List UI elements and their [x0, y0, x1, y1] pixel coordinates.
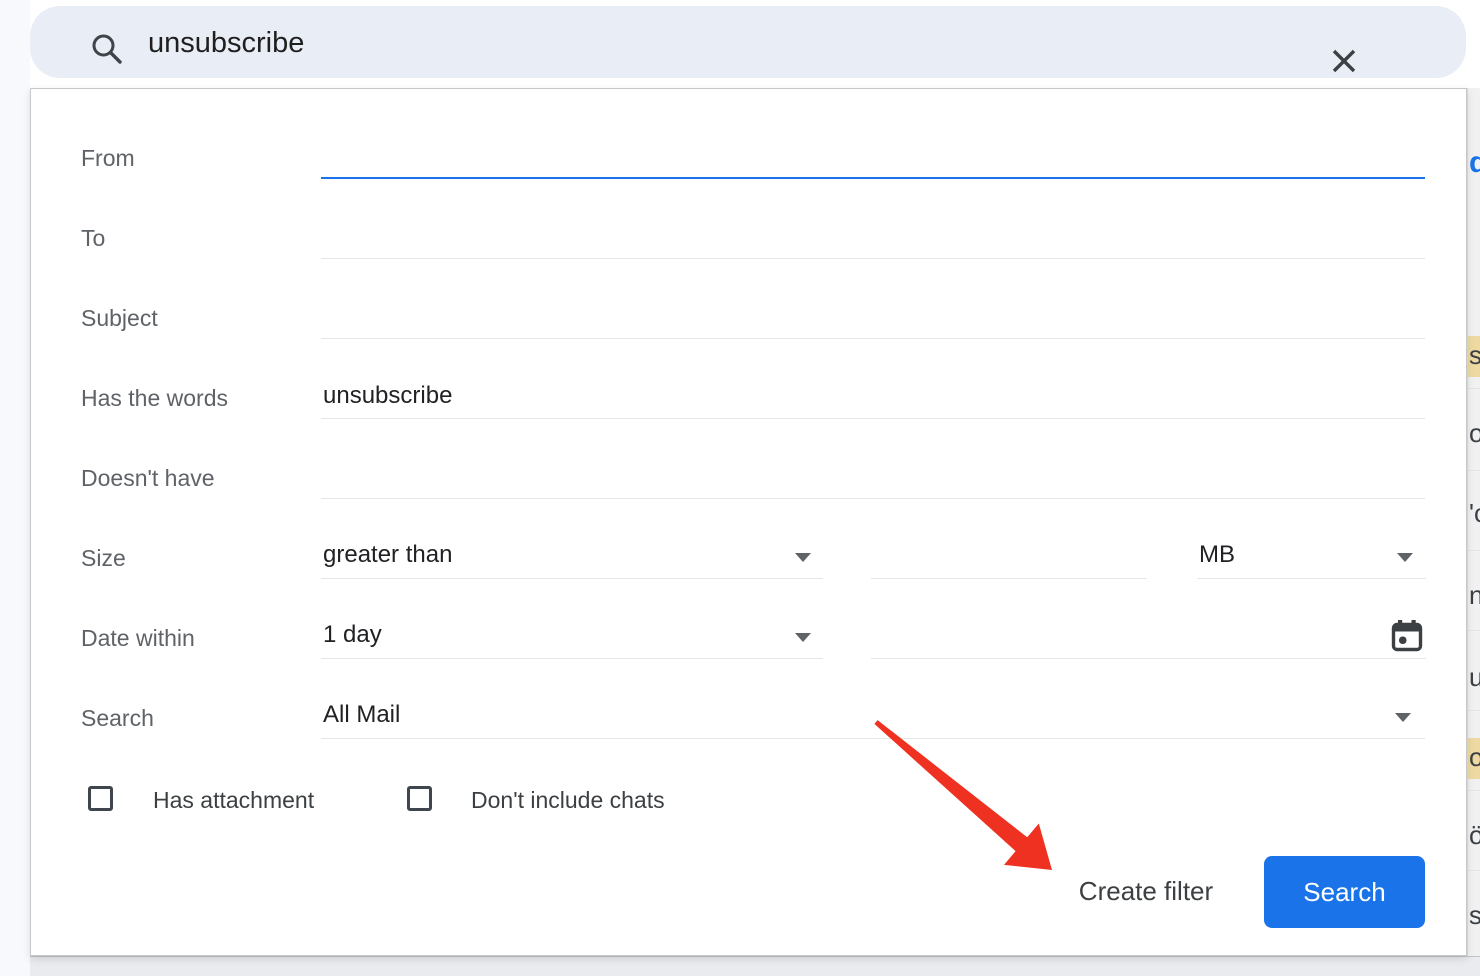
dropdown-arrow-icon: [795, 553, 811, 562]
has-words-label: Has the words: [81, 385, 228, 412]
date-picker-button[interactable]: [1391, 619, 1423, 653]
calendar-icon: [1391, 619, 1423, 653]
edge-text-fragment: o: [1468, 738, 1480, 779]
search-scope-dropdown[interactable]: All Mail: [321, 699, 1425, 739]
search-scope-label: Search: [81, 705, 154, 732]
dont-include-chats-checkbox[interactable]: [407, 786, 432, 811]
search-button[interactable]: Search: [1264, 856, 1425, 928]
page-background-left: [0, 0, 30, 976]
search-icon: [90, 32, 124, 66]
doesnt-have-label: Doesn't have: [81, 465, 215, 492]
page-background-bottom: [30, 956, 1480, 976]
date-period-dropdown[interactable]: 1 day: [321, 619, 823, 659]
edge-text-fragment: ö: [1469, 820, 1480, 851]
subject-input[interactable]: [321, 299, 1425, 339]
to-label: To: [81, 225, 105, 252]
close-icon: [1326, 43, 1362, 79]
edge-text-fragment: s: [1469, 900, 1480, 931]
edge-text-fragment: n: [1469, 580, 1480, 611]
size-unit-dropdown[interactable]: MB: [1197, 539, 1426, 579]
dropdown-arrow-icon: [795, 633, 811, 642]
has-words-input[interactable]: [321, 379, 1425, 419]
size-unit-value: MB: [1199, 541, 1235, 569]
to-input[interactable]: [321, 219, 1425, 259]
date-period-value: 1 day: [323, 621, 382, 649]
size-operator-dropdown[interactable]: greater than: [321, 539, 823, 579]
gmail-search-filter-page: d s o 'c n u o ö s From To Subject: [0, 0, 1480, 976]
search-input[interactable]: [146, 20, 1250, 66]
search-scope-value: All Mail: [323, 701, 400, 729]
edge-text-fragment: u: [1469, 662, 1480, 693]
edge-text-fragment: d: [1469, 146, 1480, 180]
size-label: Size: [81, 545, 126, 572]
dropdown-arrow-icon: [1395, 713, 1411, 722]
close-search-button[interactable]: [1308, 25, 1344, 61]
date-within-label: Date within: [81, 625, 195, 652]
subject-label: Subject: [81, 305, 158, 332]
edge-text-fragment: o: [1469, 418, 1480, 449]
from-label: From: [81, 145, 135, 172]
size-operator-value: greater than: [323, 541, 452, 569]
edge-text-fragment: s: [1468, 336, 1480, 377]
date-input[interactable]: [871, 619, 1426, 659]
search-filter-dialog: From To Subject Has the words Doesn't ha…: [30, 88, 1467, 956]
mail-search-bar: [30, 6, 1466, 78]
from-input[interactable]: [321, 139, 1425, 179]
create-filter-button[interactable]: Create filter: [1031, 861, 1261, 921]
dont-include-chats-label: Don't include chats: [471, 787, 665, 814]
size-amount-input[interactable]: [871, 539, 1147, 579]
doesnt-have-input[interactable]: [321, 459, 1425, 499]
dropdown-arrow-icon: [1397, 553, 1413, 562]
has-attachment-checkbox[interactable]: [88, 786, 113, 811]
has-attachment-label: Has attachment: [153, 787, 314, 814]
edge-text-fragment: 'c: [1469, 498, 1480, 529]
occluded-page-edge: d s o 'c n u o ö s: [1467, 88, 1480, 956]
